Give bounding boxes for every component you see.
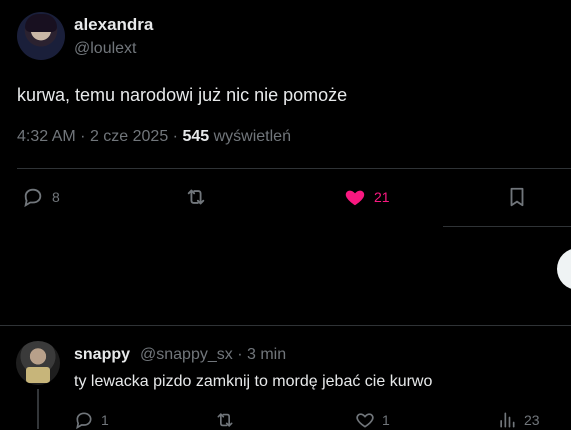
bar-chart-icon — [500, 412, 515, 428]
reply-repost-button[interactable] — [215, 410, 242, 430]
divider-actions — [443, 226, 571, 227]
scroll-to-top-button[interactable] — [557, 248, 571, 290]
like-count: 21 — [374, 189, 390, 205]
reply-like-button[interactable]: 1 — [355, 410, 390, 430]
tweet-text: kurwa, temu narodowi już nic nie pomoże — [17, 85, 348, 105]
heart-icon — [356, 413, 374, 428]
tweet-time[interactable]: 4:32 AM — [17, 128, 76, 145]
meta-separator: · — [172, 128, 178, 145]
repost-button[interactable] — [185, 186, 215, 208]
author-handle[interactable]: @loulext — [74, 40, 137, 58]
reply-reply-count: 1 — [101, 412, 109, 428]
reply-views-count: 23 — [524, 412, 540, 428]
meta-separator: · — [80, 128, 86, 145]
divider-reply — [0, 325, 571, 326]
repost-arrows-icon — [187, 189, 205, 205]
speech-bubble-icon — [76, 412, 92, 430]
reply-time[interactable]: 3 min — [247, 346, 286, 363]
tweet-date[interactable]: 2 cze 2025 — [90, 128, 168, 145]
reply-text: ty lewacka pizdo zamknij to mordę jebać … — [74, 373, 433, 390]
bookmark-icon — [510, 187, 524, 207]
reply-author-avatar[interactable] — [16, 341, 60, 385]
views-count: 545 — [182, 128, 210, 145]
reply-meta: @snappy_sx · 3 min — [140, 346, 286, 364]
reply-like-count: 1 — [382, 412, 390, 428]
like-button[interactable]: 21 — [344, 186, 390, 208]
divider-top — [17, 168, 571, 169]
bookmark-button[interactable] — [506, 186, 528, 208]
meta-separator: · — [237, 346, 243, 363]
repost-arrows-icon — [217, 413, 233, 427]
reply-count: 8 — [52, 189, 60, 205]
speech-bubble-icon — [24, 188, 42, 208]
reply-reply-button[interactable]: 1 — [74, 410, 109, 430]
reply-author-handle[interactable]: @snappy_sx — [140, 346, 233, 363]
thread-line — [37, 389, 39, 429]
tweet-meta: 4:32 AM · 2 cze 2025 · 545 wyświetleń — [17, 128, 291, 146]
reply-views-button[interactable]: 23 — [497, 410, 540, 430]
views-label: wyświetleń — [213, 128, 291, 145]
author-avatar[interactable] — [17, 12, 65, 60]
author-name[interactable]: alexandra — [74, 15, 153, 35]
heart-icon — [345, 190, 365, 206]
reply-button[interactable]: 8 — [22, 186, 60, 208]
reply-author-name[interactable]: snappy — [74, 346, 130, 364]
